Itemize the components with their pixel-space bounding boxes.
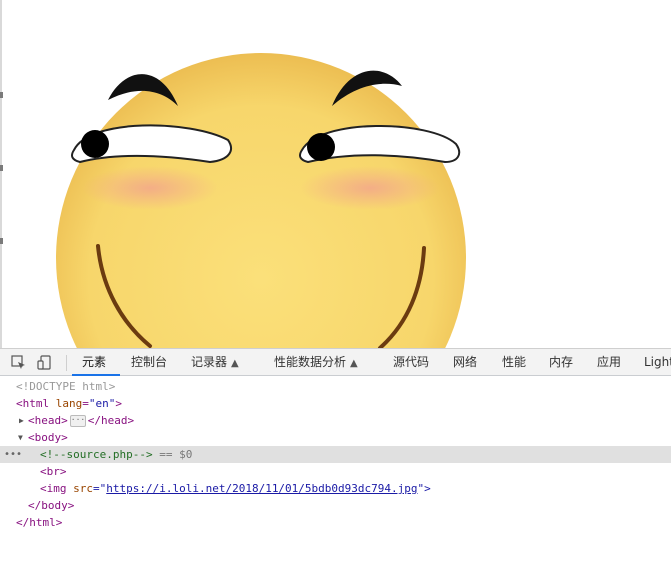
tab-label: 内存 <box>549 355 574 369</box>
tab-label: 记录器 <box>191 355 228 369</box>
edge-marker <box>0 92 3 98</box>
edge-marker <box>0 165 3 171</box>
tab-label: 应用 <box>597 355 622 369</box>
dom-node-doctype[interactable]: <!DOCTYPE html> <box>0 378 671 395</box>
tab-console[interactable]: 控制台 <box>131 349 167 376</box>
dom-node-head[interactable]: ▶ <head> ··· </head> <box>0 412 671 429</box>
dom-node-br[interactable]: <br> <box>0 463 671 480</box>
tab-label: Light <box>644 355 671 369</box>
flask-icon: ▲ <box>350 358 358 369</box>
attr-name: lang <box>55 397 83 410</box>
tag-name: <head> <box>28 414 68 427</box>
tag-name: </body> <box>28 499 75 512</box>
expanded-triangle-icon[interactable]: ▼ <box>18 429 23 446</box>
tag-close-bracket: > <box>115 397 122 410</box>
img-src-link[interactable]: https://i.loli.net/2018/11/01/5bdb0d93dc… <box>106 482 417 495</box>
dom-node-html-close[interactable]: </html> <box>0 514 671 531</box>
tag-name: </head> <box>87 414 135 427</box>
attr-quote: =" <box>93 482 107 495</box>
devtools-panel: 元素 控制台 记录器 ▲ 性能数据分析 ▲ 源代码 网络 性能 内存 应用 Ligh… <box>0 348 671 576</box>
tab-memory[interactable]: 内存 <box>549 349 573 376</box>
tab-label: 元素 <box>82 355 107 369</box>
dom-node-img[interactable]: <img src="https://i.loli.net/2018/11/01/… <box>0 480 671 497</box>
dom-node-body[interactable]: ▼ <body> <box>0 429 671 446</box>
attr-value: "en" <box>88 397 116 410</box>
collapsed-triangle-icon[interactable]: ▶ <box>19 412 24 429</box>
tab-recorder[interactable]: 记录器 ▲ <box>191 349 239 376</box>
tab-label: 源代码 <box>393 355 430 369</box>
dom-node-html[interactable]: <html lang="en"> <box>0 395 671 412</box>
tag-close-bracket: "> <box>417 482 431 495</box>
tab-lighthouse[interactable]: Light <box>644 349 671 376</box>
tag-name: <img <box>40 482 67 495</box>
tag-name: <br> <box>40 465 67 478</box>
tab-label: 控制台 <box>131 355 168 369</box>
ellipsis-icon[interactable]: ··· <box>69 415 86 427</box>
tab-application[interactable]: 应用 <box>597 349 621 376</box>
dom-node-comment-selected[interactable]: ••• <!--source.php--> == $0 <box>0 446 671 463</box>
window-edge <box>0 0 2 348</box>
console-ref: == $0 <box>159 448 193 461</box>
inspect-cursor-icon[interactable] <box>10 354 28 372</box>
attr-name: src <box>73 482 93 495</box>
tab-label: 性能数据分析 <box>274 355 347 369</box>
device-toggle-icon[interactable] <box>36 354 54 372</box>
devtools-toolbar: 元素 控制台 记录器 ▲ 性能数据分析 ▲ 源代码 网络 性能 内存 应用 Ligh… <box>0 348 671 376</box>
toolbar-separator <box>66 355 67 371</box>
dom-node-body-close[interactable]: </body> <box>0 497 671 514</box>
tag-name: <html <box>16 397 50 410</box>
tag-name: <body> <box>28 431 68 444</box>
smirk-emoji-image <box>56 53 466 348</box>
edge-marker <box>0 238 3 244</box>
comment-text: <!--source.php--> <box>40 448 153 461</box>
flask-icon: ▲ <box>231 358 239 369</box>
rendered-page <box>0 0 671 348</box>
tab-sources[interactable]: 源代码 <box>393 349 429 376</box>
tab-performance-insights[interactable]: 性能数据分析 ▲ <box>274 349 358 376</box>
tab-network[interactable]: 网络 <box>453 349 477 376</box>
tab-label: 网络 <box>453 355 478 369</box>
doctype-text: <!DOCTYPE html> <box>16 380 116 393</box>
tab-performance[interactable]: 性能 <box>502 349 526 376</box>
more-options-icon[interactable]: ••• <box>4 446 22 463</box>
elements-tree: <!DOCTYPE html> <html lang="en"> ▶ <head… <box>0 376 671 576</box>
tab-elements[interactable]: 元素 <box>82 349 106 376</box>
tag-name: </html> <box>16 516 63 529</box>
tab-label: 性能 <box>502 355 527 369</box>
